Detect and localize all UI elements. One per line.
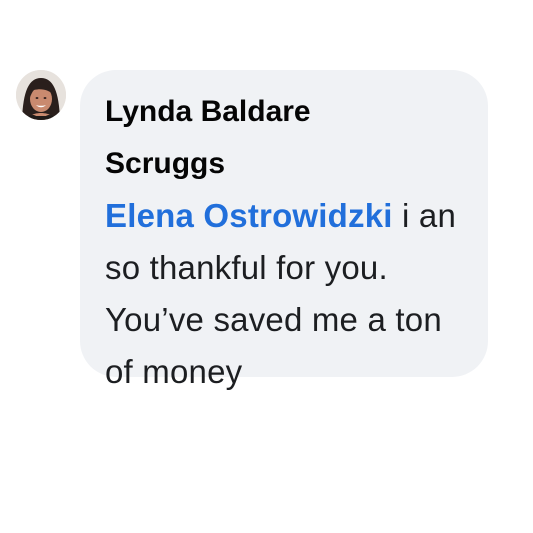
comment-text: Elena Ostrowidzki i an so thankful for y… — [105, 190, 464, 398]
avatar[interactable] — [16, 70, 66, 120]
avatar-image — [16, 70, 66, 120]
comment: Lynda Baldare Scruggs Elena Ostrowidzki … — [0, 0, 533, 533]
comment-bubble: Lynda Baldare Scruggs Elena Ostrowidzki … — [80, 70, 488, 390]
mention-link[interactable]: Elena Ostrowidzki — [105, 197, 393, 234]
comment-author-name[interactable]: Lynda Baldare Scruggs — [105, 86, 365, 190]
